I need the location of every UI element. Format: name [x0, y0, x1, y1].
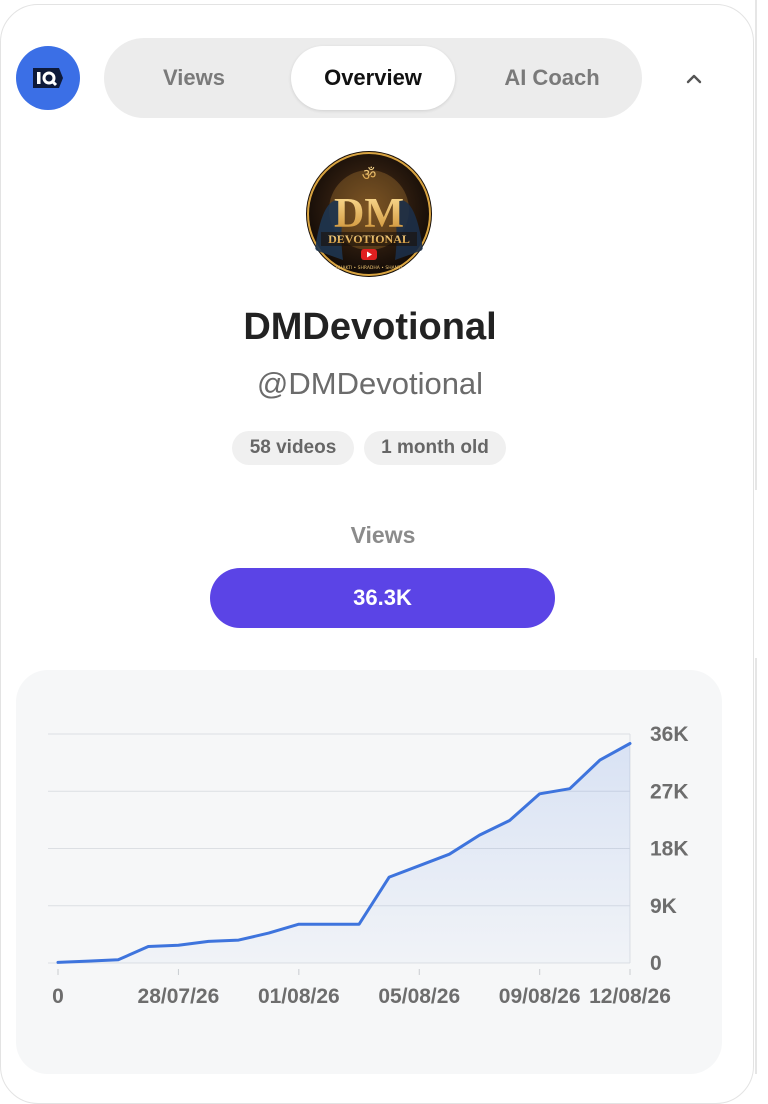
tab-overview[interactable]: Overview [291, 46, 455, 110]
tab-views[interactable]: Views [112, 46, 276, 110]
collapse-button[interactable] [674, 58, 714, 98]
x-tick-label: 0 [52, 985, 64, 1008]
y-tick-label: 9K [650, 895, 677, 918]
tab-ai-coach[interactable]: AI Coach [470, 46, 634, 110]
avatar-monogram: DM [334, 191, 404, 237]
divider [755, 0, 757, 490]
x-tick-label: 01/08/26 [258, 985, 340, 1008]
svg-text:ॐ: ॐ [362, 165, 377, 184]
views-chart-card: 36K 27K 18K 9K 0 0 28/07/26 01/08/26 05/08/26 09/… [16, 670, 722, 1074]
iq-logo-icon [31, 65, 65, 91]
avatar-tagline: BHAKTI • SHRADHA • SHANTI [336, 265, 402, 271]
channel-handle: @DMDevotional [0, 366, 740, 402]
channel-age-chip: 1 month old [364, 431, 506, 465]
chevron-up-icon [684, 71, 704, 85]
views-chart: 36K 27K 18K 9K 0 0 28/07/26 01/08/26 05/08/26 09/… [16, 670, 722, 1074]
x-tick-label: 05/08/26 [378, 985, 460, 1008]
divider [755, 658, 757, 1074]
x-tick-label: 09/08/26 [499, 985, 581, 1008]
y-tick-label: 36K [650, 723, 689, 746]
tab-bar: Views Overview AI Coach [104, 38, 642, 118]
channel-name: DMDevotional [0, 306, 740, 349]
y-tick-label: 27K [650, 780, 689, 803]
video-count-chip: 58 videos [232, 431, 354, 465]
series-area [58, 744, 630, 964]
x-tick-label: 12/08/26 [589, 985, 671, 1008]
y-tick-label: 0 [650, 952, 662, 975]
metric-label: Views [0, 522, 766, 549]
y-tick-label: 18K [650, 838, 689, 861]
avatar-wordmark: DEVOTIONAL [328, 232, 410, 246]
x-tick-label: 28/07/26 [138, 985, 220, 1008]
channel-avatar: ॐ DM DEVOTIONAL BHAKTI • SHRADHA • SHANT… [305, 150, 433, 278]
views-metric-button[interactable]: 36.3K [210, 568, 555, 628]
app-logo[interactable] [16, 46, 80, 110]
